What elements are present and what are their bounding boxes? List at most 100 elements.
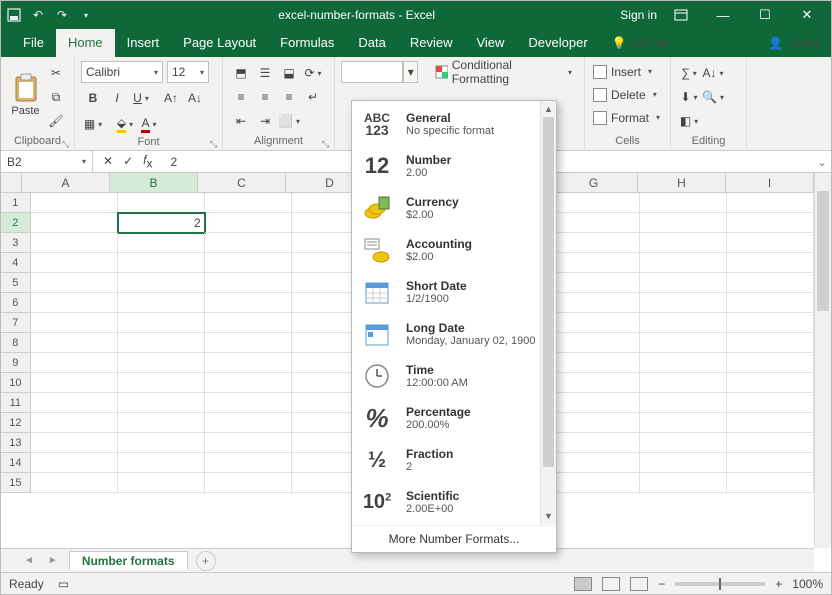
column-header[interactable]: A [22, 173, 110, 193]
cell[interactable] [553, 253, 640, 273]
undo-icon[interactable]: ↶ [31, 8, 45, 22]
cell[interactable] [553, 233, 640, 253]
tab-data[interactable]: Data [346, 29, 397, 57]
cell[interactable] [118, 373, 205, 393]
ribbon-display-icon[interactable] [663, 1, 699, 29]
page-layout-view-button[interactable] [602, 577, 620, 591]
cell[interactable] [118, 433, 205, 453]
cell[interactable] [553, 293, 640, 313]
zoom-out-button[interactable]: − [658, 577, 665, 591]
dropdown-scrollbar[interactable]: ▲ ▼ [540, 101, 556, 524]
tab-nav-prev-icon[interactable]: ◄ [21, 555, 37, 566]
cell[interactable] [31, 393, 118, 413]
cell[interactable] [118, 233, 205, 253]
cell[interactable] [205, 313, 292, 333]
number-format-option[interactable]: %Percentage200.00% [352, 397, 556, 439]
normal-view-button[interactable] [574, 577, 592, 591]
fill-color-button[interactable]: ⬙▾ [114, 113, 136, 135]
share-button[interactable]: Share [789, 36, 821, 50]
redo-icon[interactable]: ↷ [55, 8, 69, 22]
number-format-option[interactable]: ABC123GeneralNo specific format [352, 103, 556, 145]
bold-button[interactable]: B [82, 87, 104, 109]
cell[interactable] [205, 473, 292, 493]
cut-button[interactable]: ✂ [45, 62, 67, 84]
cell[interactable] [727, 373, 814, 393]
cell[interactable] [118, 293, 205, 313]
align-right-button[interactable]: ≡ [278, 86, 300, 108]
align-left-button[interactable]: ≡ [230, 86, 252, 108]
select-all-corner[interactable] [1, 173, 22, 193]
decrease-font-button[interactable]: A↓ [184, 87, 206, 109]
cell[interactable] [640, 213, 727, 233]
cell[interactable] [118, 393, 205, 413]
cell[interactable] [205, 413, 292, 433]
close-button[interactable]: ✕ [789, 1, 825, 29]
cell[interactable] [727, 253, 814, 273]
decrease-indent-button[interactable]: ⇤ [230, 110, 252, 132]
increase-font-button[interactable]: A↑ [160, 87, 182, 109]
row-header[interactable]: 3 [1, 233, 31, 253]
maximize-button[interactable]: ☐ [747, 1, 783, 29]
format-cells-button[interactable]: Format▾ [591, 107, 662, 128]
align-top-button[interactable]: ⬒ [230, 62, 252, 84]
cell[interactable] [118, 353, 205, 373]
cell[interactable] [553, 193, 640, 213]
paste-button[interactable]: Paste [7, 61, 44, 129]
font-name-combo[interactable]: Calibri▾ [81, 61, 163, 83]
row-header[interactable]: 9 [1, 353, 31, 373]
cell[interactable] [640, 253, 727, 273]
cell[interactable] [205, 253, 292, 273]
row-header[interactable]: 1 [1, 193, 31, 213]
cell[interactable] [118, 453, 205, 473]
cell[interactable] [553, 273, 640, 293]
cell[interactable] [31, 273, 118, 293]
number-format-option[interactable]: Short Date1/2/1900 [352, 271, 556, 313]
number-format-dropdown-button[interactable]: ▾ [403, 61, 418, 83]
cell[interactable] [205, 453, 292, 473]
number-format-option[interactable]: Time12:00:00 AM [352, 355, 556, 397]
align-center-button[interactable]: ≡ [254, 86, 276, 108]
tab-formulas[interactable]: Formulas [268, 29, 346, 57]
cell[interactable] [118, 193, 205, 213]
cell[interactable] [118, 413, 205, 433]
cell[interactable] [640, 293, 727, 313]
find-select-button[interactable]: 🔍▾ [702, 86, 724, 108]
cell[interactable] [205, 393, 292, 413]
clipboard-launcher[interactable]: ⤡ [62, 139, 72, 149]
cell[interactable] [727, 213, 814, 233]
macro-record-icon[interactable]: ▭ [58, 577, 69, 591]
sign-in-link[interactable]: Sign in [620, 8, 657, 22]
cell[interactable] [31, 473, 118, 493]
tab-nav-next-icon[interactable]: ► [45, 555, 61, 566]
cell[interactable] [640, 413, 727, 433]
underline-button[interactable]: U▾ [130, 87, 152, 109]
cell[interactable] [31, 373, 118, 393]
cell[interactable] [553, 373, 640, 393]
font-launcher[interactable]: ⤡ [210, 139, 220, 149]
cell[interactable] [640, 353, 727, 373]
cell[interactable] [118, 253, 205, 273]
row-header[interactable]: 7 [1, 313, 31, 333]
cell[interactable] [727, 233, 814, 253]
cell[interactable] [727, 433, 814, 453]
borders-button[interactable]: ▦▾ [82, 113, 104, 135]
cell[interactable] [727, 193, 814, 213]
tab-page-layout[interactable]: Page Layout [171, 29, 268, 57]
cell[interactable] [118, 273, 205, 293]
cell[interactable] [640, 433, 727, 453]
cell[interactable] [727, 393, 814, 413]
cell[interactable] [640, 313, 727, 333]
cell[interactable] [553, 473, 640, 493]
align-middle-button[interactable]: ☰ [254, 62, 276, 84]
number-format-option[interactable]: Currency$2.00 [352, 187, 556, 229]
cell[interactable] [553, 313, 640, 333]
fx-icon[interactable]: fx [143, 153, 152, 170]
cell[interactable] [118, 333, 205, 353]
wrap-text-button[interactable]: ↵ [302, 86, 324, 108]
row-header[interactable]: 6 [1, 293, 31, 313]
zoom-slider[interactable] [675, 582, 765, 586]
column-header[interactable]: B [110, 173, 198, 193]
cell[interactable] [31, 313, 118, 333]
number-format-option[interactable]: Accounting $2.00 [352, 229, 556, 271]
row-header[interactable]: 4 [1, 253, 31, 273]
